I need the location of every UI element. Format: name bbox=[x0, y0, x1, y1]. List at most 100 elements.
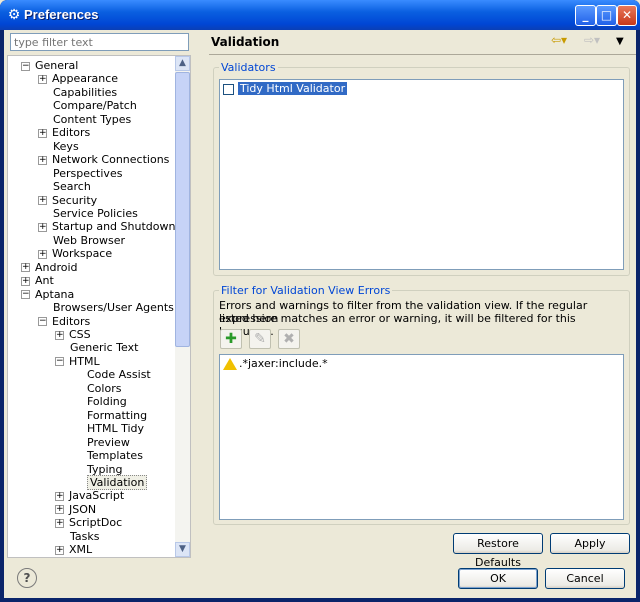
tree-item[interactable]: + Appearance bbox=[38, 72, 118, 85]
tree-item[interactable]: + CSS bbox=[55, 328, 91, 341]
tree-item-label: Editors bbox=[52, 314, 91, 328]
view-menu-icon[interactable]: ▼ bbox=[616, 36, 624, 47]
tree-item[interactable]: − Editors bbox=[38, 315, 90, 328]
expand-icon[interactable]: + bbox=[55, 518, 64, 528]
back-arrow-icon[interactable]: ⇦▾ bbox=[551, 33, 567, 47]
filter-item-label: .*jaxer:include.* bbox=[239, 357, 328, 370]
expand-icon[interactable]: + bbox=[38, 196, 47, 205]
expand-icon[interactable]: + bbox=[38, 74, 47, 84]
tree-item-label: XML bbox=[69, 557, 92, 558]
tree-item-label: HTML bbox=[69, 354, 100, 368]
tree-item[interactable]: Tasks bbox=[55, 530, 99, 543]
tree-item[interactable]: Colors bbox=[72, 382, 121, 395]
tree-item[interactable]: + JSON bbox=[55, 503, 96, 516]
tree-item[interactable]: Perspectives bbox=[38, 167, 122, 180]
apply-button[interactable]: Apply bbox=[550, 533, 630, 554]
preference-tree[interactable]: − General + Appearance Capabilities Compare/P… bbox=[7, 55, 191, 558]
expand-icon[interactable]: + bbox=[38, 155, 47, 165]
forward-arrow-icon[interactable]: ⇨▾ bbox=[584, 33, 600, 47]
validator-item[interactable]: Tidy Html Validator bbox=[223, 82, 348, 95]
filter-input[interactable] bbox=[10, 33, 189, 51]
collapse-icon[interactable]: − bbox=[21, 61, 30, 71]
tree-item[interactable]: + Workspace bbox=[38, 247, 112, 260]
tree-item[interactable]: HTML Tidy bbox=[72, 422, 144, 435]
scroll-thumb[interactable] bbox=[175, 72, 190, 347]
tree-item-label: Colors bbox=[87, 381, 122, 395]
page-title: Validation bbox=[211, 35, 280, 49]
tree-item[interactable]: + Network Connections bbox=[38, 153, 169, 166]
filter-list-item[interactable]: .*jaxer:include.* bbox=[223, 357, 328, 370]
validator-checkbox[interactable] bbox=[223, 83, 234, 95]
tree-item[interactable]: +XML bbox=[55, 557, 92, 558]
expand-icon[interactable]: + bbox=[38, 249, 47, 259]
title-bar[interactable]: ⚙ Preferences _ □ ✕ bbox=[0, 0, 640, 30]
expand-icon[interactable]: + bbox=[55, 545, 64, 555]
tree-item[interactable]: Templates bbox=[72, 449, 143, 462]
collapse-icon[interactable]: − bbox=[55, 357, 64, 367]
scroll-down-arrow-icon[interactable]: ▼ bbox=[175, 542, 190, 557]
tree-item[interactable]: Capabilities bbox=[38, 86, 117, 99]
tree-item[interactable]: Browsers/User Agents bbox=[38, 301, 174, 314]
filter-list[interactable]: .*jaxer:include.* bbox=[219, 354, 624, 520]
collapse-icon[interactable]: − bbox=[21, 290, 30, 300]
tree-item-label: Templates bbox=[87, 449, 143, 463]
header-divider bbox=[209, 54, 636, 55]
expand-icon[interactable]: + bbox=[55, 491, 64, 501]
validators-list[interactable]: Tidy Html Validator bbox=[219, 79, 624, 270]
tree-item[interactable]: Keys bbox=[38, 140, 79, 153]
tree-item[interactable]: Compare/Patch bbox=[38, 99, 137, 112]
maximize-button[interactable]: □ bbox=[596, 5, 617, 26]
tree-item-label: Perspectives bbox=[53, 166, 123, 180]
cancel-button[interactable]: Cancel bbox=[545, 568, 625, 589]
tree-item-label: Browsers/User Agents bbox=[53, 301, 174, 315]
tree-item[interactable]: − General bbox=[21, 59, 78, 72]
tree-item[interactable]: Typing bbox=[72, 463, 123, 476]
tree-item-label: Formatting bbox=[87, 408, 148, 422]
tree-item[interactable]: Validation bbox=[72, 474, 148, 490]
help-icon[interactable]: ? bbox=[17, 568, 37, 588]
tree-item[interactable]: + XML bbox=[55, 543, 92, 556]
tree-item[interactable]: + Ant bbox=[21, 274, 54, 287]
expand-icon[interactable]: + bbox=[38, 222, 47, 232]
tree-item-label: HTML Tidy bbox=[87, 422, 145, 436]
tree-item[interactable]: − Aptana bbox=[21, 288, 74, 301]
tree-item[interactable]: + JavaScript bbox=[55, 489, 124, 502]
tree-item[interactable]: + Startup and Shutdown bbox=[38, 220, 175, 233]
tree-item-label: Validation bbox=[87, 474, 148, 490]
collapse-icon[interactable]: − bbox=[38, 317, 47, 327]
tree-item[interactable]: Search bbox=[38, 180, 91, 193]
tree-item[interactable]: Content Types bbox=[38, 113, 131, 126]
restore-defaults-button[interactable]: Restore Defaults bbox=[453, 533, 543, 569]
tree-item[interactable]: Formatting bbox=[72, 409, 147, 422]
tree-item[interactable]: Generic Text bbox=[55, 341, 138, 354]
tree-item-label: Appearance bbox=[52, 72, 119, 86]
tree-scrollbar[interactable]: ▲ ▼ bbox=[175, 56, 190, 557]
tree-item-label: Workspace bbox=[52, 247, 113, 261]
minimize-button[interactable]: _ bbox=[575, 5, 596, 26]
tree-item-label: XML bbox=[69, 543, 93, 557]
tree-item[interactable]: + Android bbox=[21, 261, 78, 274]
ok-button[interactable]: OK bbox=[458, 568, 538, 589]
expand-icon[interactable]: + bbox=[55, 330, 64, 340]
tree-item[interactable]: − HTML bbox=[55, 355, 100, 368]
tree-item[interactable]: Preview bbox=[72, 436, 130, 449]
tree-item[interactable]: Folding bbox=[72, 395, 127, 408]
scroll-up-arrow-icon[interactable]: ▲ bbox=[175, 56, 190, 71]
expand-icon[interactable]: + bbox=[21, 276, 30, 286]
expand-icon[interactable]: + bbox=[38, 128, 47, 138]
gear-icon: ⚙ bbox=[7, 7, 21, 23]
warning-icon bbox=[223, 358, 237, 370]
edit-filter-button[interactable]: ✎ bbox=[249, 329, 271, 349]
tree-item[interactable]: + Security bbox=[38, 194, 97, 207]
tree-item[interactable]: Web Browser bbox=[38, 234, 125, 247]
tree-item[interactable]: + Editors bbox=[38, 126, 90, 139]
tree-item-label: Security bbox=[52, 193, 98, 207]
tree-item[interactable]: Service Policies bbox=[38, 207, 138, 220]
add-filter-button[interactable]: ✚ bbox=[220, 329, 242, 349]
tree-item[interactable]: Code Assist bbox=[72, 368, 151, 381]
close-button[interactable]: ✕ bbox=[617, 5, 637, 26]
tree-item[interactable]: + ScriptDoc bbox=[55, 516, 122, 529]
expand-icon[interactable]: + bbox=[55, 505, 64, 515]
expand-icon[interactable]: + bbox=[21, 263, 30, 273]
remove-filter-button[interactable]: ✖ bbox=[278, 329, 300, 349]
